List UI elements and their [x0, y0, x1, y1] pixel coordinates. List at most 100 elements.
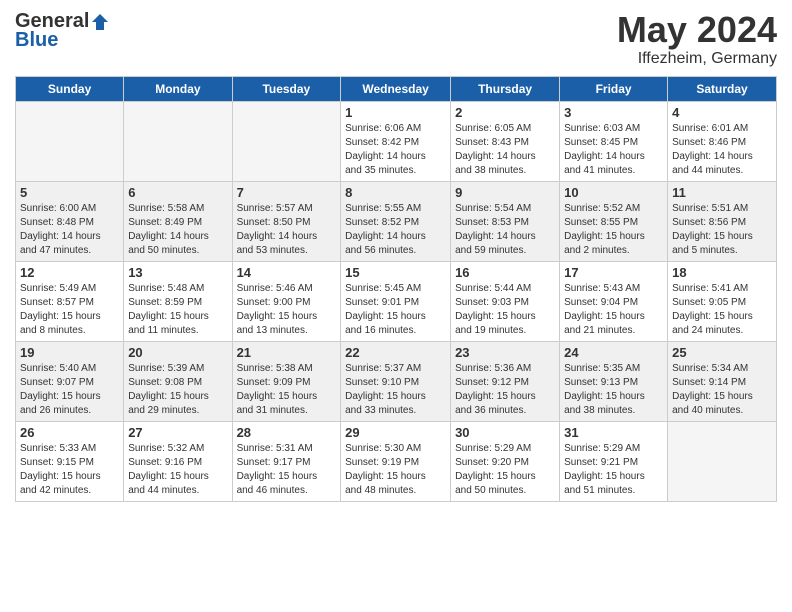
calendar-week-row: 1 Sunrise: 6:06 AM Sunset: 8:42 PM Daylig…: [16, 101, 777, 181]
day-number: 4: [672, 105, 772, 120]
day-info: Sunrise: 5:46 AM Sunset: 9:00 PM Dayligh…: [237, 282, 337, 338]
day-number: 26: [20, 425, 119, 440]
calendar-cell: 27Sunrise: 5:32 AM Sunset: 9:16 PM Dayli…: [124, 421, 232, 501]
calendar-cell: 6 Sunrise: 5:58 AM Sunset: 8:49 PM Daylig…: [124, 181, 232, 261]
calendar-cell: 19Sunrise: 5:40 AM Sunset: 9:07 PM Dayli…: [16, 341, 124, 421]
calendar-cell: 21 Sunrise: 5:38 AM Sunset: 9:09 PM Dayli…: [232, 341, 341, 421]
day-header-saturday: Saturday: [668, 76, 777, 101]
calendar-cell: 20Sunrise: 5:39 AM Sunset: 9:08 PM Dayli…: [124, 341, 232, 421]
day-info: Sunrise: 5:44 AM Sunset: 9:03 PM Dayligh…: [455, 282, 555, 338]
calendar-cell: 23 Sunrise: 5:36 AM Sunset: 9:12 PM Dayli…: [451, 341, 560, 421]
day-info: Sunrise: 6:05 AM Sunset: 8:43 PM Dayligh…: [455, 122, 555, 178]
day-number: 28: [237, 425, 337, 440]
day-info: Sunrise: 5:34 AM Sunset: 9:14 PM Dayligh…: [672, 362, 772, 418]
calendar-cell: 30 Sunrise: 5:29 AM Sunset: 9:20 PM Dayli…: [451, 421, 560, 501]
calendar-week-row: 5 Sunrise: 6:00 AM Sunset: 8:48 PM Daylig…: [16, 181, 777, 261]
calendar-week-row: 12 Sunrise: 5:49 AM Sunset: 8:57 PM Dayli…: [16, 261, 777, 341]
day-number: 24: [564, 345, 663, 360]
calendar-cell: 4 Sunrise: 6:01 AM Sunset: 8:46 PM Daylig…: [668, 101, 777, 181]
day-number: 14: [237, 265, 337, 280]
logo-icon: [90, 12, 110, 32]
day-info: Sunrise: 5:48 AM Sunset: 8:59 PM Dayligh…: [128, 282, 227, 338]
calendar-cell: 8 Sunrise: 5:55 AM Sunset: 8:52 PM Daylig…: [341, 181, 451, 261]
day-info: Sunrise: 5:55 AM Sunset: 8:52 PM Dayligh…: [345, 202, 446, 258]
calendar-header-row: SundayMondayTuesdayWednesdayThursdayFrid…: [16, 76, 777, 101]
logo: General Blue: [15, 10, 111, 52]
day-info: Sunrise: 5:41 AM Sunset: 9:05 PM Dayligh…: [672, 282, 772, 338]
day-info: Sunrise: 5:38 AM Sunset: 9:09 PM Dayligh…: [237, 362, 337, 418]
calendar-cell: 25 Sunrise: 5:34 AM Sunset: 9:14 PM Dayli…: [668, 341, 777, 421]
calendar-cell: 16 Sunrise: 5:44 AM Sunset: 9:03 PM Dayli…: [451, 261, 560, 341]
day-number: 9: [455, 185, 555, 200]
day-header-sunday: Sunday: [16, 76, 124, 101]
calendar-cell: 5 Sunrise: 6:00 AM Sunset: 8:48 PM Daylig…: [16, 181, 124, 261]
day-number: 23: [455, 345, 555, 360]
day-number: 7: [237, 185, 337, 200]
day-number: 22: [345, 345, 446, 360]
day-info: Sunrise: 6:03 AM Sunset: 8:45 PM Dayligh…: [564, 122, 663, 178]
calendar-cell: [124, 101, 232, 181]
calendar-cell: 15Sunrise: 5:45 AM Sunset: 9:01 PM Dayli…: [341, 261, 451, 341]
day-info: Sunrise: 5:57 AM Sunset: 8:50 PM Dayligh…: [237, 202, 337, 258]
page-header: General Blue May 2024 Iffezheim, Germany: [15, 10, 777, 68]
day-info: Sunrise: 6:00 AM Sunset: 8:48 PM Dayligh…: [20, 202, 119, 258]
day-number: 25: [672, 345, 772, 360]
day-info: Sunrise: 5:49 AM Sunset: 8:57 PM Dayligh…: [20, 282, 119, 338]
day-info: Sunrise: 5:40 AM Sunset: 9:07 PM Dayligh…: [20, 362, 119, 418]
day-number: 10: [564, 185, 663, 200]
calendar-cell: 9Sunrise: 5:54 AM Sunset: 8:53 PM Daylig…: [451, 181, 560, 261]
day-number: 13: [128, 265, 227, 280]
day-info: Sunrise: 5:37 AM Sunset: 9:10 PM Dayligh…: [345, 362, 446, 418]
day-number: 6: [128, 185, 227, 200]
calendar-cell: 24Sunrise: 5:35 AM Sunset: 9:13 PM Dayli…: [560, 341, 668, 421]
calendar-cell: [16, 101, 124, 181]
day-header-wednesday: Wednesday: [341, 76, 451, 101]
calendar-cell: 31Sunrise: 5:29 AM Sunset: 9:21 PM Dayli…: [560, 421, 668, 501]
day-number: 16: [455, 265, 555, 280]
day-info: Sunrise: 5:39 AM Sunset: 9:08 PM Dayligh…: [128, 362, 227, 418]
day-header-tuesday: Tuesday: [232, 76, 341, 101]
day-number: 27: [128, 425, 227, 440]
day-number: 17: [564, 265, 663, 280]
day-info: Sunrise: 5:43 AM Sunset: 9:04 PM Dayligh…: [564, 282, 663, 338]
day-info: Sunrise: 5:52 AM Sunset: 8:55 PM Dayligh…: [564, 202, 663, 258]
calendar-cell: 10 Sunrise: 5:52 AM Sunset: 8:55 PM Dayli…: [560, 181, 668, 261]
day-header-thursday: Thursday: [451, 76, 560, 101]
day-info: Sunrise: 6:01 AM Sunset: 8:46 PM Dayligh…: [672, 122, 772, 178]
calendar-cell: 1 Sunrise: 6:06 AM Sunset: 8:42 PM Daylig…: [341, 101, 451, 181]
calendar-cell: [232, 101, 341, 181]
day-number: 5: [20, 185, 119, 200]
calendar-cell: 7 Sunrise: 5:57 AM Sunset: 8:50 PM Daylig…: [232, 181, 341, 261]
calendar-cell: 14 Sunrise: 5:46 AM Sunset: 9:00 PM Dayli…: [232, 261, 341, 341]
day-info: Sunrise: 5:29 AM Sunset: 9:20 PM Dayligh…: [455, 442, 555, 498]
calendar-week-row: 26Sunrise: 5:33 AM Sunset: 9:15 PM Dayli…: [16, 421, 777, 501]
calendar-table: SundayMondayTuesdayWednesdayThursdayFrid…: [15, 76, 777, 502]
day-number: 15: [345, 265, 446, 280]
calendar-cell: 17 Sunrise: 5:43 AM Sunset: 9:04 PM Dayli…: [560, 261, 668, 341]
day-number: 18: [672, 265, 772, 280]
day-info: Sunrise: 5:30 AM Sunset: 9:19 PM Dayligh…: [345, 442, 446, 498]
day-number: 31: [564, 425, 663, 440]
day-number: 30: [455, 425, 555, 440]
calendar-cell: 12 Sunrise: 5:49 AM Sunset: 8:57 PM Dayli…: [16, 261, 124, 341]
day-number: 1: [345, 105, 446, 120]
calendar-cell: 11Sunrise: 5:51 AM Sunset: 8:56 PM Dayli…: [668, 181, 777, 261]
calendar-cell: 3 Sunrise: 6:03 AM Sunset: 8:45 PM Daylig…: [560, 101, 668, 181]
day-number: 12: [20, 265, 119, 280]
day-number: 3: [564, 105, 663, 120]
calendar-cell: 13 Sunrise: 5:48 AM Sunset: 8:59 PM Dayli…: [124, 261, 232, 341]
day-number: 8: [345, 185, 446, 200]
day-number: 11: [672, 185, 772, 200]
day-number: 2: [455, 105, 555, 120]
title-block: May 2024 Iffezheim, Germany: [617, 10, 777, 68]
day-number: 21: [237, 345, 337, 360]
day-info: Sunrise: 5:58 AM Sunset: 8:49 PM Dayligh…: [128, 202, 227, 258]
day-header-monday: Monday: [124, 76, 232, 101]
calendar-cell: 29Sunrise: 5:30 AM Sunset: 9:19 PM Dayli…: [341, 421, 451, 501]
day-info: Sunrise: 6:06 AM Sunset: 8:42 PM Dayligh…: [345, 122, 446, 178]
day-info: Sunrise: 5:36 AM Sunset: 9:12 PM Dayligh…: [455, 362, 555, 418]
calendar-cell: 22 Sunrise: 5:37 AM Sunset: 9:10 PM Dayli…: [341, 341, 451, 421]
logo-blue: Blue: [15, 29, 58, 52]
month-year: May 2024: [617, 10, 777, 50]
calendar-cell: 28Sunrise: 5:31 AM Sunset: 9:17 PM Dayli…: [232, 421, 341, 501]
